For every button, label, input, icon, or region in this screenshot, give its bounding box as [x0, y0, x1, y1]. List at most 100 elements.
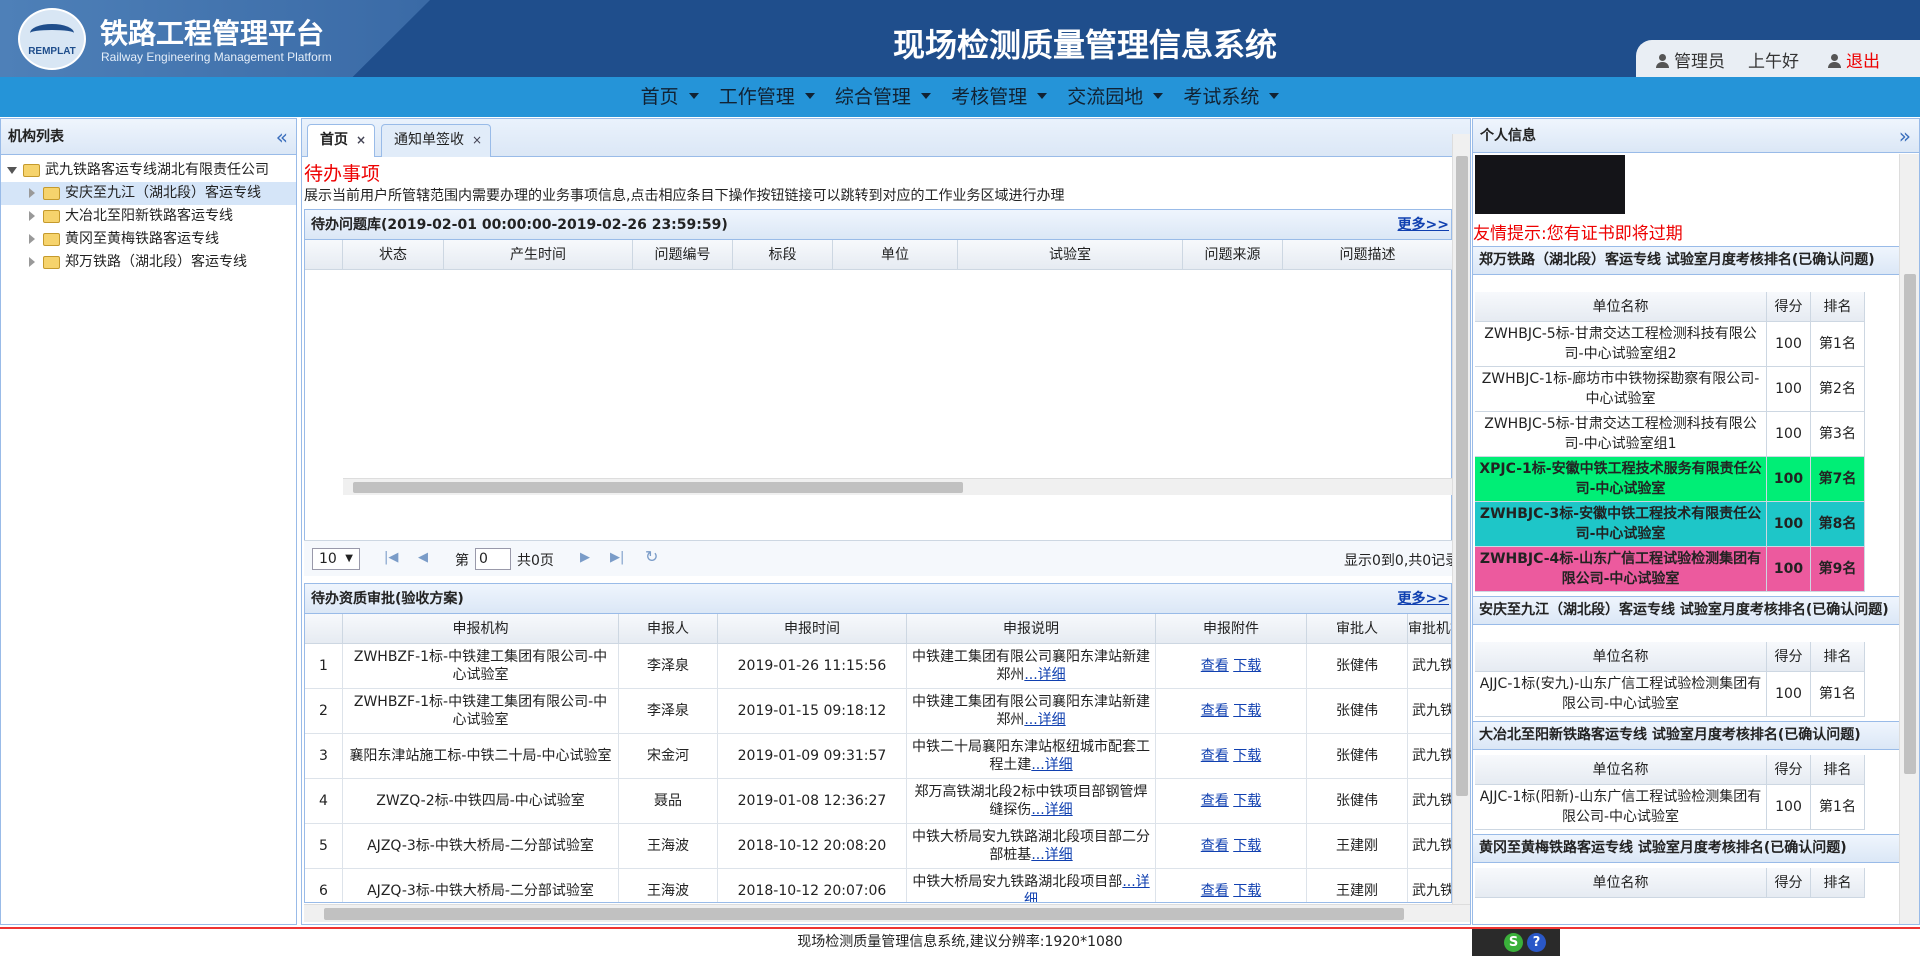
tree-item-daye[interactable]: 大冶北至阳新铁路客运专线: [1, 205, 296, 228]
collapsed-arrow-icon[interactable]: [29, 211, 35, 221]
ranking-cell: AJJC-1标(阳新)-山东广信工程试验检测集团有限公司-中心试验室: [1475, 785, 1767, 830]
download-link[interactable]: 下载: [1233, 703, 1261, 719]
grid-header-cell[interactable]: 问题描述: [1283, 240, 1453, 270]
user-box: 管理员 上午好 退出: [1636, 40, 1920, 77]
view-link[interactable]: 查看: [1201, 748, 1229, 764]
tree-item-zhengwan[interactable]: 郑万铁路（湖北段）客运专线: [1, 251, 296, 274]
ranking-header-cell: 排名: [1811, 642, 1865, 672]
tab-notice-sign[interactable]: 通知单签收 ×: [381, 124, 491, 157]
logout-button[interactable]: 退出: [1828, 47, 1880, 72]
ranking-header-cell: 单位名称: [1475, 755, 1767, 785]
download-link[interactable]: 下载: [1233, 748, 1261, 764]
next-page-icon[interactable]: ▶: [580, 550, 590, 565]
nav-general[interactable]: 综合管理: [835, 77, 931, 117]
user-role[interactable]: 管理员: [1656, 47, 1725, 72]
expand-right-icon[interactable]: »: [1899, 119, 1911, 153]
scroll-thumb[interactable]: [1904, 274, 1916, 774]
tab-bar: 首页 × 通知单签收 ×: [302, 119, 1470, 157]
collapsed-arrow-icon[interactable]: [29, 234, 35, 244]
download-link[interactable]: 下载: [1233, 658, 1261, 674]
ranking-cell: 100: [1767, 672, 1811, 717]
dropdown-arrow-icon: ▼: [345, 553, 353, 564]
detail-link[interactable]: ...详细: [1024, 667, 1065, 683]
collapse-left-icon[interactable]: «: [276, 119, 288, 155]
page-number-input[interactable]: 0: [475, 548, 511, 570]
scroll-thumb[interactable]: [353, 482, 963, 493]
sogou-icon[interactable]: S: [1504, 933, 1523, 952]
first-page-icon[interactable]: |◀: [384, 550, 398, 565]
nav-exam[interactable]: 考试系统: [1183, 77, 1280, 117]
issues-header: 待办问题库(2019-02-01 00:00:00-2019-02-26 23:…: [305, 210, 1451, 240]
view-link[interactable]: 查看: [1201, 793, 1229, 809]
row-number: 4: [305, 779, 343, 824]
view-link[interactable]: 查看: [1201, 658, 1229, 674]
detail-link[interactable]: ...详细: [1024, 712, 1065, 728]
issues-hscrollbar[interactable]: [343, 478, 1453, 495]
scroll-thumb[interactable]: [1456, 156, 1468, 796]
grid-header-cell[interactable]: 问题编号: [633, 240, 733, 270]
applicant-org: 襄阳东津站施工标-中铁二十局-中心试验室: [343, 734, 619, 779]
caret-down-icon: [1153, 93, 1164, 99]
nav-forum[interactable]: 交流园地: [1067, 77, 1164, 117]
grid-header-cell[interactable]: 申报时间: [718, 614, 907, 644]
refresh-icon[interactable]: ↻: [645, 547, 658, 566]
view-link[interactable]: 查看: [1201, 838, 1229, 854]
expanded-arrow-icon[interactable]: [7, 167, 17, 174]
apply-description: 中铁建工集团有限公司襄阳东津站新建郑州...详细: [907, 689, 1156, 734]
grid-header-cell[interactable]: 单位: [833, 240, 958, 270]
download-link[interactable]: 下载: [1233, 838, 1261, 854]
download-link[interactable]: 下载: [1233, 883, 1261, 899]
last-page-icon[interactable]: ▶|: [610, 550, 624, 565]
view-link[interactable]: 查看: [1201, 883, 1229, 899]
scroll-thumb[interactable]: [324, 908, 1404, 920]
grid-header-cell[interactable]: 问题来源: [1183, 240, 1283, 270]
grid-header-cell[interactable]: 申报说明: [907, 614, 1156, 644]
applicant-org: ZWHBZF-1标-中铁建工集团有限公司-中心试验室: [343, 644, 619, 689]
applicant-org: ZWHBZF-1标-中铁建工集团有限公司-中心试验室: [343, 689, 619, 734]
close-icon[interactable]: ×: [472, 125, 482, 156]
detail-link[interactable]: ...详细: [1031, 757, 1072, 773]
approver: 张健伟: [1307, 689, 1408, 734]
detail-link[interactable]: ...详细: [1031, 802, 1072, 818]
applicant: 聂品: [619, 779, 718, 824]
ranking-cell: 100: [1767, 322, 1811, 367]
nav-assessment[interactable]: 考核管理: [951, 77, 1048, 117]
help-icon[interactable]: ?: [1527, 933, 1546, 952]
ranking-header-cell: 得分: [1767, 292, 1811, 322]
prev-page-icon[interactable]: ◀: [418, 550, 428, 565]
collapsed-arrow-icon[interactable]: [29, 188, 35, 198]
content-hscrollbar[interactable]: [304, 904, 1470, 922]
detail-link[interactable]: ...详细: [1031, 847, 1072, 863]
issues-more-link[interactable]: 更多>>: [1398, 210, 1449, 240]
issues-section: 待办问题库(2019-02-01 00:00:00-2019-02-26 23:…: [304, 209, 1453, 576]
grid-header-cell[interactable]: 申报机构: [343, 614, 619, 644]
nav-work[interactable]: 工作管理: [719, 77, 815, 117]
collapsed-arrow-icon[interactable]: [29, 257, 35, 267]
page-size-select[interactable]: 10 ▼: [312, 548, 360, 570]
close-icon[interactable]: ×: [356, 125, 366, 156]
certificate-warning[interactable]: 友情提示:您有证书即将过期: [1473, 219, 1683, 244]
tree-root[interactable]: 武九铁路客运专线湖北有限责任公司: [1, 159, 296, 182]
tree-item-anjiu[interactable]: 安庆至九江（湖北段）客运专线: [1, 182, 296, 205]
grid-header-cell[interactable]: 试验室: [958, 240, 1183, 270]
view-link[interactable]: 查看: [1201, 703, 1229, 719]
grid-header-cell[interactable]: 产生时间: [444, 240, 633, 270]
caret-down-icon: [688, 93, 699, 99]
content-vscrollbar[interactable]: [1452, 134, 1470, 909]
grid-header-cell[interactable]: 申报附件: [1156, 614, 1307, 644]
folder-open-icon: [23, 164, 40, 177]
grid-header-cell[interactable]: 申报人: [619, 614, 718, 644]
ime-toolbar[interactable]: S ?: [1472, 929, 1560, 956]
approvals-more-link[interactable]: 更多>>: [1398, 584, 1449, 614]
right-vscrollbar[interactable]: [1899, 154, 1919, 924]
grid-header-cell[interactable]: 审批人: [1307, 614, 1408, 644]
ranking-cell: 100: [1767, 502, 1811, 547]
download-link[interactable]: 下载: [1233, 793, 1261, 809]
tab-home[interactable]: 首页 ×: [307, 124, 375, 157]
grid-header-cell[interactable]: 状态: [343, 240, 444, 270]
grid-header-cell[interactable]: 审批机构: [1408, 614, 1451, 644]
tree-item-huanggang[interactable]: 黄冈至黄梅铁路客运专线: [1, 228, 296, 251]
nav-home[interactable]: 首页: [641, 77, 699, 117]
grid-header-cell[interactable]: 标段: [733, 240, 833, 270]
ranking-header-cell: 排名: [1811, 868, 1865, 898]
